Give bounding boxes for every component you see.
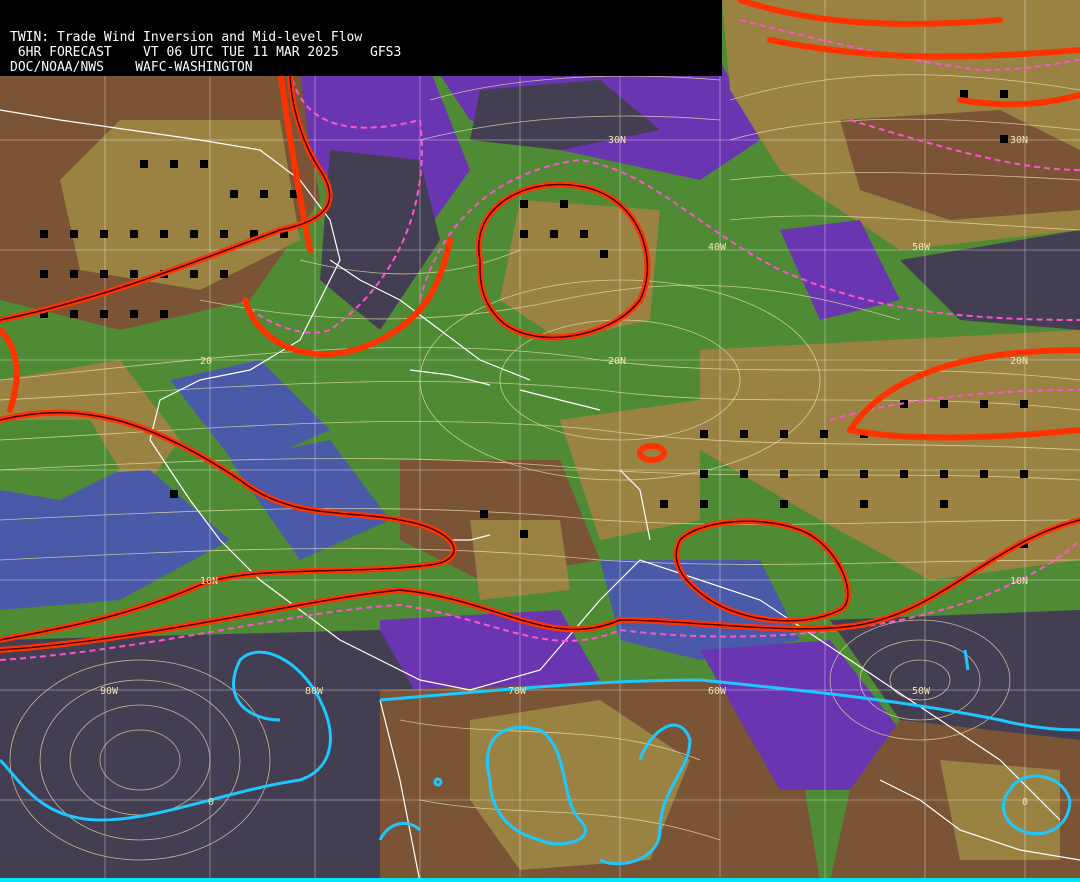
lat-label: 10N (200, 576, 218, 587)
lat-label: 20 (200, 356, 212, 367)
lon-label: 70W (508, 686, 527, 697)
lon-label: 90W (100, 686, 119, 697)
lat-label: 20N (608, 356, 626, 367)
contour-label: 0 (208, 797, 214, 808)
agency-line: DOC/NOAA/NWS WAFC-WASHINGTON (10, 60, 253, 75)
lon-label: 80W (305, 686, 324, 697)
lon-label: 40W (708, 242, 727, 253)
lat-label: 30N (1010, 135, 1028, 146)
lon-label: 60W (708, 686, 727, 697)
forecast-line: 6HR FORECAST VT 06 UTC TUE 11 MAR 2025 G… (10, 45, 402, 60)
lat-label: 30N (608, 135, 626, 146)
contour-label: 0 (1022, 797, 1028, 808)
lat-label: 20N (1010, 356, 1028, 367)
title-line: TWIN: Trade Wind Inversion and Mid-level… (10, 30, 363, 45)
lon-label: 50W (912, 686, 931, 697)
bottom-border (0, 878, 1080, 882)
lon-label: 50W (912, 242, 931, 253)
forecast-map: 30N 30N 20 20N 20N 10N 10N 90W 80W 70W 6… (0, 0, 1080, 882)
lat-label: 10N (1010, 576, 1028, 587)
map-title-box: TWIN: Trade Wind Inversion and Mid-level… (0, 0, 722, 76)
